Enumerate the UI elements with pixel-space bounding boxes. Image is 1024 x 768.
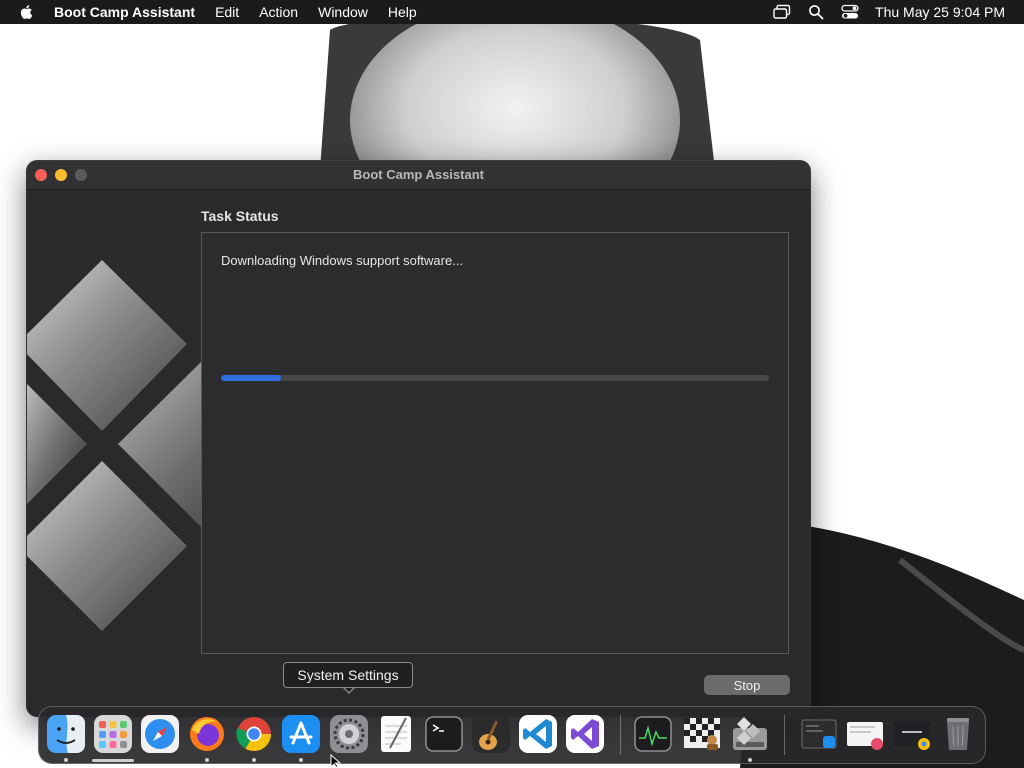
firefox-running-indicator — [205, 758, 209, 762]
menu-clock[interactable]: Thu May 25 9:04 PM — [875, 4, 1005, 20]
mouse-cursor-icon — [330, 754, 342, 768]
dock-separator — [784, 715, 785, 755]
recent-windows-stack-icon[interactable] — [845, 714, 885, 754]
menu-action[interactable]: Action — [259, 4, 298, 20]
visual-studio-icon[interactable] — [565, 714, 605, 754]
terminal-icon[interactable] — [424, 714, 464, 754]
finder-running-indicator — [64, 758, 68, 762]
downloads-stack-icon[interactable] — [799, 714, 839, 754]
launchpad-indicator — [92, 759, 134, 762]
launchpad-icon[interactable] — [93, 714, 133, 754]
safari-icon[interactable] — [140, 714, 180, 754]
garageband-icon[interactable] — [471, 714, 511, 754]
textedit-icon[interactable] — [376, 714, 416, 754]
trash-icon[interactable] — [938, 714, 978, 754]
status-message: Downloading Windows support software... — [221, 253, 464, 268]
menu-help[interactable]: Help — [388, 4, 417, 20]
boot-camp-running-indicator — [748, 758, 752, 762]
task-status-heading: Task Status — [201, 208, 279, 224]
dock — [38, 706, 986, 764]
spotlight-search-icon[interactable] — [807, 3, 825, 21]
menu-edit[interactable]: Edit — [215, 4, 239, 20]
chrome-icon[interactable] — [234, 714, 274, 754]
app-store-icon[interactable] — [281, 714, 321, 754]
dock-tooltip: System Settings — [283, 662, 413, 688]
activity-monitor-icon[interactable] — [633, 714, 673, 754]
boot-camp-assistant-icon[interactable] — [730, 714, 770, 754]
apple-menu-icon[interactable] — [18, 3, 36, 21]
vscode-icon[interactable] — [518, 714, 558, 754]
finder-icon[interactable] — [46, 714, 86, 754]
window-titlebar[interactable]: Boot Camp Assistant — [27, 161, 810, 190]
chess-icon[interactable] — [682, 714, 722, 754]
firefox-icon[interactable] — [187, 714, 227, 754]
app-store-running-indicator — [299, 758, 303, 762]
recent-chrome-stack-icon[interactable] — [892, 714, 932, 754]
stop-button[interactable]: Stop — [704, 675, 790, 695]
screen-mirroring-icon[interactable] — [773, 3, 791, 21]
control-center-icon[interactable] — [841, 3, 859, 21]
boot-camp-window: Boot Camp Assistant Task Status Download… — [27, 161, 810, 716]
system-settings-icon[interactable] — [329, 714, 369, 754]
menu-window[interactable]: Window — [318, 4, 368, 20]
menu-bar: Boot Camp Assistant Edit Action Window H… — [0, 0, 1024, 24]
download-progress-bar — [221, 375, 769, 381]
menu-app-name[interactable]: Boot Camp Assistant — [54, 4, 195, 20]
window-title: Boot Camp Assistant — [353, 167, 484, 182]
dock-separator — [620, 715, 621, 755]
download-progress-fill — [221, 375, 282, 381]
chrome-running-indicator — [252, 758, 256, 762]
task-status-panel: Downloading Windows support software... — [201, 232, 789, 654]
